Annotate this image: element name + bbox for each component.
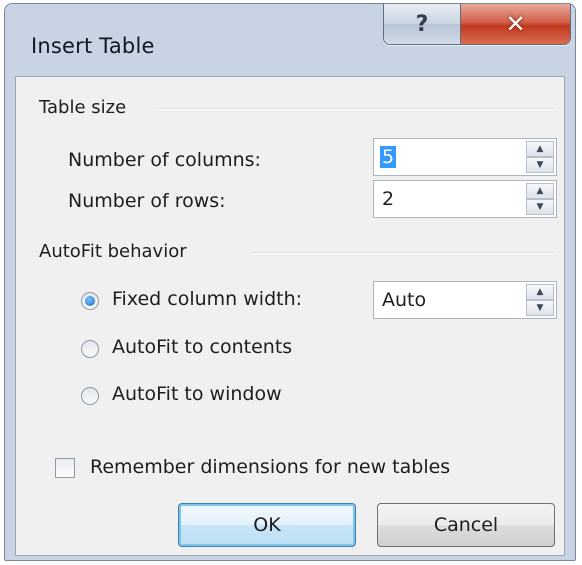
columns-up-icon[interactable]: ▲ (526, 141, 554, 157)
table-size-divider (159, 108, 554, 110)
dialog-body: Table size Number of columns: 5 ▲ ▼ Numb… (15, 76, 565, 556)
close-button[interactable]: ✕ (461, 4, 570, 44)
help-button[interactable]: ? (384, 4, 461, 44)
help-icon: ? (415, 11, 429, 37)
fixed-width-spinner[interactable]: Auto ▲ ▼ (373, 281, 557, 319)
rows-spinner[interactable]: 2 ▲ ▼ (373, 180, 557, 218)
autofit-window-radio[interactable] (81, 387, 99, 405)
rows-value[interactable]: 2 (382, 188, 394, 210)
ok-button[interactable]: OK (178, 503, 356, 547)
fixed-width-label[interactable]: Fixed column width: (112, 288, 302, 310)
table-size-group-label: Table size (39, 97, 127, 118)
ok-button-label: OK (253, 514, 281, 536)
rows-down-icon[interactable]: ▼ (526, 199, 554, 215)
remember-dimensions-label[interactable]: Remember dimensions for new tables (90, 456, 450, 478)
autofit-window-label[interactable]: AutoFit to window (112, 383, 282, 405)
columns-spinner[interactable]: 5 ▲ ▼ (373, 138, 557, 176)
columns-down-icon[interactable]: ▼ (526, 157, 554, 173)
insert-table-dialog: Insert Table ? ✕ Table size Number of co… (4, 3, 576, 561)
remember-dimensions-checkbox[interactable] (55, 458, 75, 478)
autofit-divider (252, 252, 554, 254)
dialog-title: Insert Table (31, 34, 155, 58)
cancel-button-label: Cancel (433, 514, 499, 536)
autofit-contents-label[interactable]: AutoFit to contents (112, 336, 292, 358)
columns-label: Number of columns: (68, 149, 261, 171)
autofit-contents-radio[interactable] (81, 340, 99, 358)
fixed-width-radio[interactable] (81, 292, 99, 310)
fixed-width-value[interactable]: Auto (382, 289, 426, 311)
title-bar[interactable]: Insert Table ? ✕ (5, 4, 575, 76)
fixed-width-up-icon[interactable]: ▲ (526, 284, 554, 300)
cancel-button[interactable]: Cancel (377, 503, 555, 547)
autofit-group-label: AutoFit behavior (39, 241, 187, 262)
rows-label: Number of rows: (68, 190, 226, 212)
window-controls: ? ✕ (383, 4, 571, 45)
close-icon: ✕ (505, 10, 526, 38)
rows-up-icon[interactable]: ▲ (526, 183, 554, 199)
fixed-width-down-icon[interactable]: ▼ (526, 300, 554, 316)
columns-value[interactable]: 5 (380, 146, 397, 168)
